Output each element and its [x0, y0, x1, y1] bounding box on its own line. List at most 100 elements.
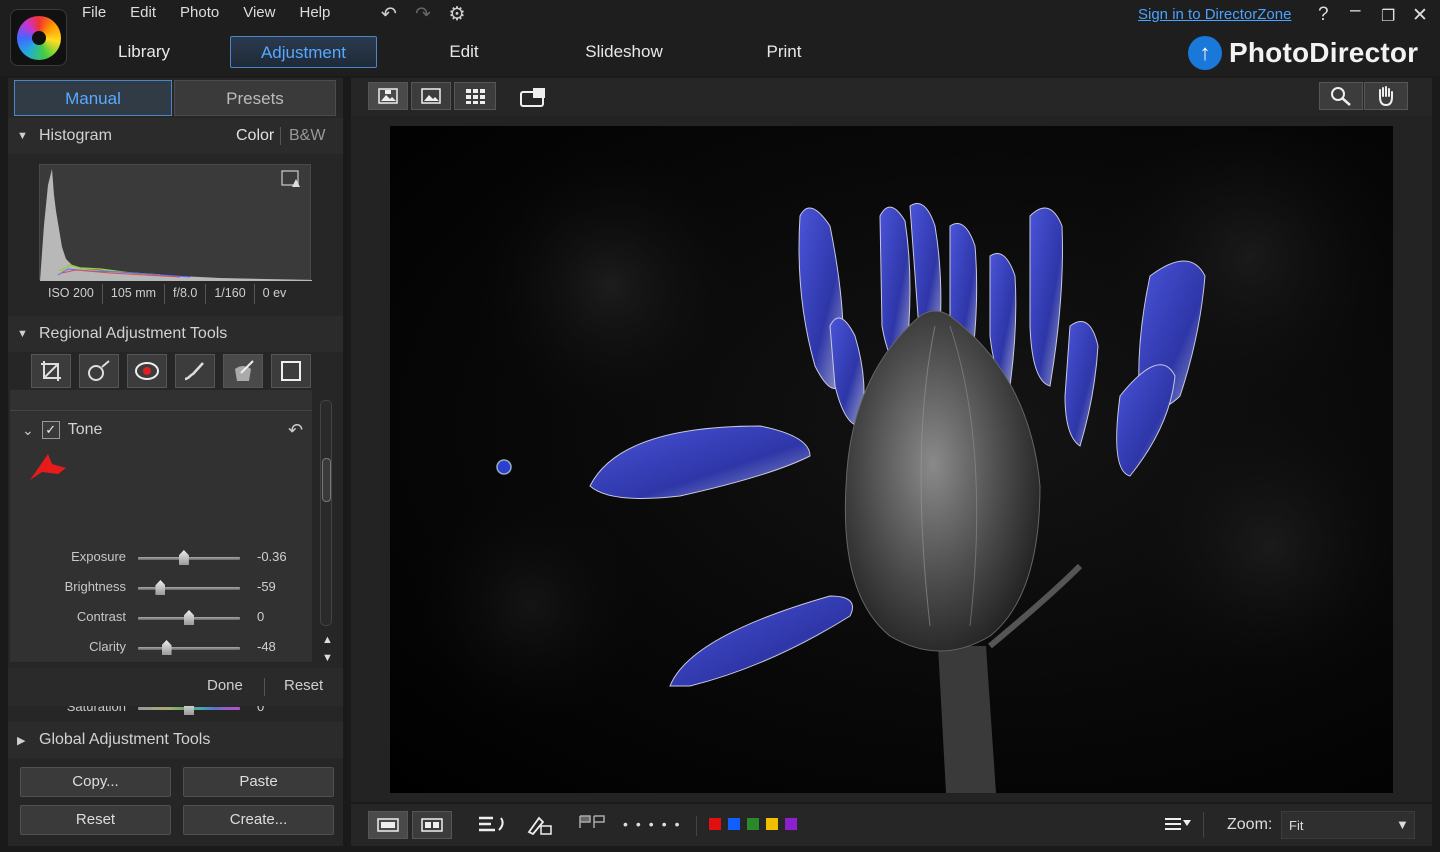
photo-view-button[interactable] — [411, 82, 451, 110]
tab-adjustment[interactable]: Adjustment — [230, 36, 377, 68]
slider-handle[interactable] — [178, 550, 189, 565]
reset-regional-button[interactable]: Reset — [284, 677, 323, 694]
gradient-mask-button[interactable] — [223, 354, 263, 388]
settings-gear-icon[interactable]: ⚙ — [446, 3, 468, 26]
tone-scrollbar-thumb[interactable] — [322, 458, 331, 502]
slider-value[interactable]: 0 — [257, 609, 264, 624]
menu-view[interactable]: View — [243, 4, 287, 22]
red-eye-button[interactable] — [127, 354, 167, 388]
done-button[interactable]: Done — [207, 677, 243, 694]
tab-edit[interactable]: Edit — [400, 36, 528, 68]
expand-triangle-icon[interactable]: ▶ — [17, 734, 29, 747]
hand-icon — [1379, 86, 1393, 107]
color-label-1[interactable] — [709, 818, 721, 830]
tone-scrollbar[interactable] — [320, 400, 332, 626]
create-preset-button[interactable]: Create... — [183, 805, 334, 835]
slider-value[interactable]: -0.36 — [257, 549, 287, 564]
compare-view-button[interactable] — [368, 82, 408, 110]
scroll-up-icon[interactable]: ▲ — [322, 634, 333, 646]
regional-actions: Done Reset — [8, 668, 343, 706]
histogram-color-toggle[interactable]: Color — [236, 127, 274, 145]
grid-view-button[interactable] — [454, 82, 496, 110]
slider-track[interactable] — [138, 647, 240, 650]
spot-removal-button[interactable] — [79, 354, 119, 388]
exif-aperture: f/8.0 — [165, 284, 207, 304]
flag-icons[interactable] — [578, 814, 608, 837]
reset-all-button[interactable]: Reset — [20, 805, 171, 835]
slider-label: Brightness — [64, 579, 126, 594]
collapse-triangle-icon[interactable]: ▼ — [17, 328, 29, 340]
paste-button[interactable]: Paste — [183, 767, 334, 797]
grid-icon — [466, 89, 485, 104]
scroll-down-icon[interactable]: ▼ — [322, 652, 333, 664]
rotate-screen-icon[interactable] — [519, 86, 549, 113]
radial-filter-button[interactable] — [271, 354, 311, 388]
color-label-3[interactable] — [747, 818, 759, 830]
global-header[interactable]: ▶ Global Adjustment Tools — [8, 722, 343, 758]
menu-edit[interactable]: Edit — [130, 4, 168, 22]
crop-tool-button[interactable] — [31, 354, 71, 388]
split-layout-button[interactable] — [412, 811, 452, 839]
minimize-icon[interactable]: – — [1350, 0, 1361, 22]
menu-photo[interactable]: Photo — [180, 4, 231, 22]
slider-handle[interactable] — [161, 640, 172, 655]
photo-icon — [421, 88, 441, 104]
signin-link[interactable]: Sign in to DirectorZone — [1138, 6, 1291, 23]
expand-chevron-icon[interactable]: ⌄ — [22, 422, 34, 439]
close-icon[interactable]: ✕ — [1412, 4, 1428, 27]
tone-header[interactable]: ⌄ ✓ Tone ↶ — [10, 412, 312, 448]
zoom-tool-button[interactable] — [1319, 82, 1363, 110]
divider — [280, 127, 281, 145]
slider-track[interactable] — [138, 557, 240, 560]
tab-manual[interactable]: Manual — [14, 80, 172, 116]
histogram-graph — [39, 164, 312, 281]
histogram-bw-toggle[interactable]: B&W — [289, 127, 325, 145]
list-options-icon[interactable] — [1163, 814, 1193, 839]
rating-dots[interactable]: ••••• — [623, 816, 688, 832]
slider-handle[interactable] — [184, 610, 194, 625]
exif-iso: ISO 200 — [40, 284, 103, 304]
single-layout-icon — [377, 818, 399, 832]
color-label-2[interactable] — [728, 818, 740, 830]
regional-header[interactable]: ▼ Regional Adjustment Tools — [8, 316, 343, 352]
tab-library[interactable]: Library — [80, 36, 208, 68]
help-icon[interactable]: ? — [1318, 4, 1329, 26]
exif-shutter: 1/160 — [206, 284, 255, 304]
brush-button[interactable] — [175, 354, 215, 388]
zoom-select[interactable]: Fit ▼ — [1281, 811, 1415, 839]
color-label-4[interactable] — [766, 818, 778, 830]
title-bar: File Edit Photo View Help ↶ ↷ ⚙ Library … — [0, 0, 1440, 76]
metadata-edit-icon[interactable] — [525, 814, 555, 841]
tab-print[interactable]: Print — [720, 36, 848, 68]
tab-slideshow[interactable]: Slideshow — [560, 36, 688, 68]
slider-handle[interactable] — [155, 580, 166, 595]
restore-icon[interactable]: ❐ — [1381, 6, 1395, 26]
tone-section: ⌄ ✓ Tone ↶ Exposure -0.36 Brightness -59 Con… — [10, 390, 312, 715]
exif-focal: 105 mm — [103, 284, 166, 304]
redo-icon[interactable]: ↷ — [412, 3, 434, 26]
split-layout-icon — [421, 818, 443, 832]
single-layout-button[interactable] — [368, 811, 408, 839]
menu-bar: File Edit Photo View Help — [82, 4, 354, 22]
spot-removal-icon — [88, 360, 110, 381]
slider-label: Exposure — [71, 549, 126, 564]
slider-track[interactable] — [138, 587, 240, 590]
color-label-5[interactable] — [785, 818, 797, 830]
undo-icon[interactable]: ↶ — [378, 3, 400, 26]
tone-enable-checkbox[interactable]: ✓ — [41, 421, 60, 439]
sort-icon[interactable] — [477, 814, 507, 841]
hand-tool-button[interactable] — [1364, 82, 1408, 110]
photo-canvas[interactable] — [390, 126, 1393, 793]
tone-reset-icon[interactable]: ↶ — [288, 420, 303, 441]
collapse-triangle-icon[interactable]: ▼ — [17, 130, 29, 142]
slider-value[interactable]: -48 — [257, 639, 276, 654]
menu-help[interactable]: Help — [299, 4, 342, 22]
menu-file[interactable]: File — [82, 4, 118, 22]
copy-button[interactable]: Copy... — [20, 767, 171, 797]
histogram-header[interactable]: ▼ Histogram Color B&W — [8, 118, 343, 154]
app-logo — [10, 9, 67, 66]
gradient-mask-icon — [235, 360, 254, 381]
tab-presets[interactable]: Presets — [174, 80, 336, 116]
slider-value[interactable]: -59 — [257, 579, 276, 594]
quick-toolbar: ↶ ↷ ⚙ — [378, 3, 468, 26]
